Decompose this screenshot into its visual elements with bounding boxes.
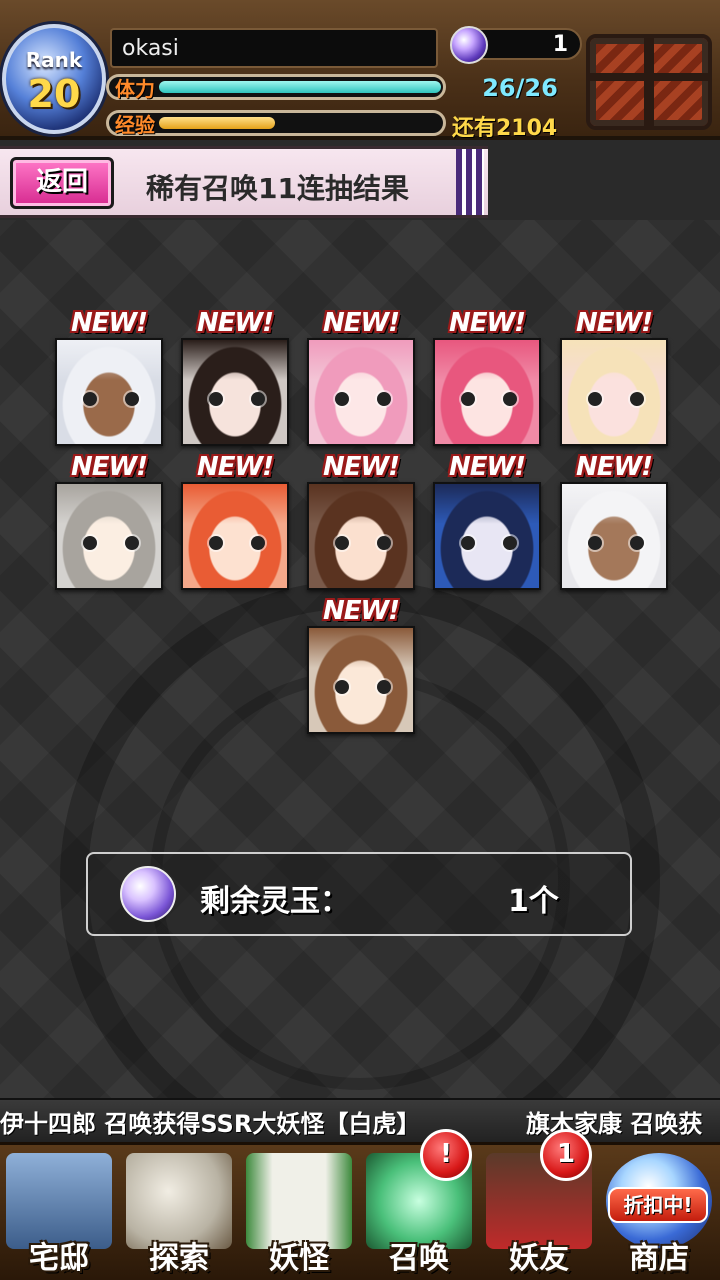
- back-button[interactable]: 返回: [10, 157, 114, 209]
- nav-friends[interactable]: 1 妖友: [480, 1129, 598, 1279]
- character-card[interactable]: [55, 482, 163, 590]
- character-eyes: [209, 392, 265, 406]
- nav-home[interactable]: 宅邸: [0, 1149, 118, 1279]
- new-badge: NEW!: [448, 308, 526, 338]
- character-card[interactable]: [181, 482, 289, 590]
- character-hair: [562, 340, 666, 380]
- nav-label: 商店: [629, 1241, 689, 1276]
- rank-value: 20: [27, 72, 81, 116]
- character-hair: [562, 484, 666, 524]
- bottom-nav: 宅邸 探索 妖怪 ! 召唤 1 妖友 折扣中! 商店: [0, 1129, 720, 1280]
- new-badge: NEW!: [196, 452, 274, 482]
- character-hair: [57, 484, 161, 524]
- spirit-jade-icon: [450, 26, 488, 64]
- character-eyes: [461, 536, 517, 550]
- new-badge: NEW!: [322, 452, 400, 482]
- character-eyes: [83, 392, 139, 406]
- rank-badge[interactable]: Rank 20: [2, 24, 106, 134]
- new-badge: NEW!: [70, 308, 148, 338]
- gem-counter[interactable]: 1: [450, 26, 582, 64]
- new-badge: NEW!: [575, 452, 653, 482]
- ticker-message: 伊十四郎 召唤获得SSR大妖怪【白虎】: [0, 1110, 421, 1138]
- sale-badge: 折扣中!: [608, 1187, 708, 1223]
- character-eyes: [335, 680, 391, 694]
- character-eyes: [461, 392, 517, 406]
- character-card[interactable]: [55, 338, 163, 446]
- nav-summon[interactable]: ! 召唤: [360, 1129, 478, 1279]
- character-hair: [183, 484, 287, 524]
- character-card[interactable]: [307, 626, 415, 734]
- remaining-exp: 还有2104: [452, 116, 558, 141]
- nav-label: 召唤: [389, 1241, 449, 1276]
- exp-bar: 经验: [106, 110, 446, 137]
- character-hair: [309, 628, 413, 668]
- character-card[interactable]: [307, 482, 415, 590]
- gift-box-icon[interactable]: [586, 34, 712, 130]
- character-eyes: [83, 536, 139, 550]
- character-hair: [57, 340, 161, 380]
- rank-label: Rank: [25, 48, 83, 72]
- notification-badge: 1: [540, 1129, 592, 1181]
- page-title: 稀有召唤11连抽结果: [146, 172, 409, 205]
- nav-explore[interactable]: 探索: [120, 1149, 238, 1279]
- stamina-bar: 体力: [106, 74, 446, 101]
- character-card[interactable]: [307, 338, 415, 446]
- new-badge: NEW!: [196, 308, 274, 338]
- nav-label: 宅邸: [29, 1241, 89, 1276]
- remaining-jade-value: 1个: [508, 884, 559, 919]
- news-ticker: 伊十四郎 召唤获得SSR大妖怪【白虎】 旗木家康 召唤获: [0, 1098, 720, 1142]
- new-badge: NEW!: [575, 308, 653, 338]
- character-card[interactable]: [433, 482, 541, 590]
- remaining-jade-panel: 剩余灵玉： 1个: [86, 852, 632, 936]
- new-badge: NEW!: [70, 452, 148, 482]
- gem-count: 1: [552, 32, 568, 57]
- character-card[interactable]: [560, 482, 668, 590]
- banner-stripe: [456, 149, 484, 215]
- new-badge: NEW!: [322, 596, 400, 626]
- nav-yokai[interactable]: 妖怪: [240, 1149, 358, 1279]
- remaining-jade-label: 剩余灵玉：: [200, 884, 350, 919]
- new-badge: NEW!: [448, 452, 526, 482]
- nav-label: 妖友: [509, 1241, 569, 1276]
- character-hair: [435, 340, 539, 380]
- stamina-label: 体力: [115, 77, 155, 101]
- character-eyes: [588, 392, 644, 406]
- stamina-fill: [159, 81, 441, 93]
- character-hair: [183, 340, 287, 380]
- character-eyes: [335, 392, 391, 406]
- character-hair: [309, 340, 413, 380]
- character-hair: [435, 484, 539, 524]
- player-name: okasi: [110, 28, 438, 68]
- notification-badge: !: [420, 1129, 472, 1181]
- character-card[interactable]: [181, 338, 289, 446]
- character-hair: [309, 484, 413, 524]
- character-card[interactable]: [433, 338, 541, 446]
- character-eyes: [209, 536, 265, 550]
- character-eyes: [335, 536, 391, 550]
- exp-fill: [159, 117, 275, 129]
- character-card[interactable]: [560, 338, 668, 446]
- character-eyes: [588, 536, 644, 550]
- stamina-text: 26/26: [482, 74, 558, 102]
- nav-label: 探索: [149, 1241, 209, 1276]
- status-bar: Rank 20 okasi 体力 经验 1 26/26 还有2104: [0, 0, 720, 141]
- nav-label: 妖怪: [269, 1241, 329, 1276]
- new-badge: NEW!: [322, 308, 400, 338]
- spirit-jade-icon: [120, 866, 176, 922]
- nav-shop[interactable]: 折扣中! 商店: [600, 1149, 718, 1279]
- exp-label: 经验: [115, 113, 155, 137]
- title-banner: 返回 稀有召唤11连抽结果: [0, 146, 488, 218]
